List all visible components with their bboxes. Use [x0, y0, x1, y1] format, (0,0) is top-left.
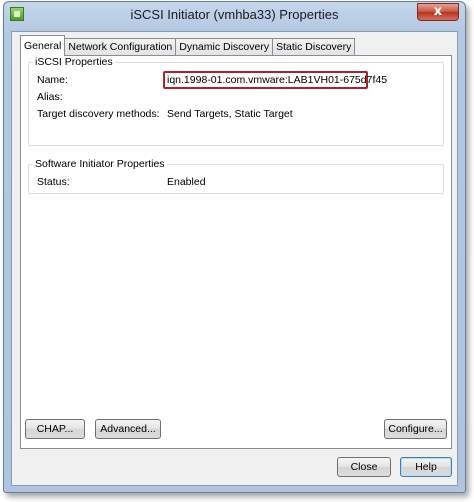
status-value: Enabled: [167, 176, 206, 188]
tab-static-discovery[interactable]: Static Discovery: [272, 38, 356, 56]
properties-dialog: iSCSI Initiator (vmhba33) Properties x G…: [3, 1, 466, 493]
window-title: iSCSI Initiator (vmhba33) Properties: [130, 7, 339, 22]
tab-strip: General Network Configuration Dynamic Di…: [20, 35, 356, 56]
software-initiator-title: Software Initiator Properties: [33, 158, 167, 170]
name-value[interactable]: iqn.1998-01.com.vmware:LAB1VH01-675d7f45: [167, 74, 387, 86]
window-close-button[interactable]: x: [417, 3, 459, 21]
alias-label: Alias:: [37, 91, 63, 103]
tab-general[interactable]: General: [20, 35, 66, 56]
tab-network-configuration[interactable]: Network Configuration: [64, 38, 177, 56]
discovery-methods-label: Target discovery methods:: [37, 108, 160, 120]
title-bar[interactable]: iSCSI Initiator (vmhba33) Properties x: [4, 2, 465, 26]
chap-button[interactable]: CHAP...: [25, 419, 85, 439]
status-label: Status:: [37, 176, 70, 188]
configure-button[interactable]: Configure...: [384, 419, 447, 439]
name-label: Name:: [37, 74, 68, 86]
dialog-client-area: General Network Configuration Dynamic Di…: [11, 31, 458, 486]
help-button[interactable]: Help: [400, 457, 452, 477]
advanced-button[interactable]: Advanced...: [95, 419, 161, 439]
close-button[interactable]: Close: [337, 457, 391, 477]
software-initiator-group: Software Initiator Properties Status: En…: [28, 158, 444, 194]
general-tab-panel: iSCSI Properties Name: iqn.1998-01.com.v…: [20, 55, 452, 449]
discovery-methods-value: Send Targets, Static Target: [167, 108, 293, 120]
tab-dynamic-discovery[interactable]: Dynamic Discovery: [175, 38, 274, 56]
iscsi-properties-title: iSCSI Properties: [33, 56, 115, 68]
iscsi-properties-group: iSCSI Properties Name: iqn.1998-01.com.v…: [28, 56, 444, 146]
